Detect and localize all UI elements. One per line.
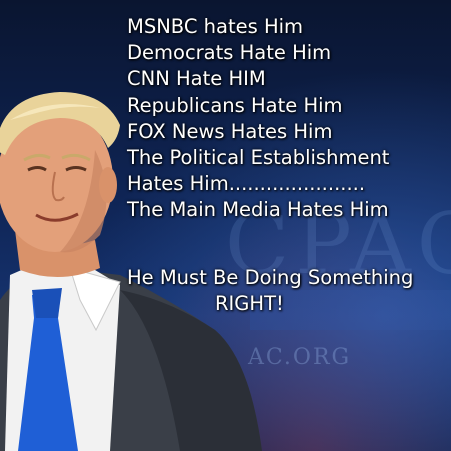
conclusion-line-2: RIGHT!	[215, 292, 284, 315]
tie-knot	[32, 288, 62, 318]
conclusion-line-1: He Must Be Doing Something	[127, 266, 414, 289]
caption-line: Hates Him......................	[127, 172, 366, 196]
caption-line: Republicans Hate Him	[127, 93, 343, 117]
caption-line: FOX News Hates Him	[127, 119, 333, 143]
caption-line: The Political Establishment	[127, 146, 390, 170]
caption-line: The Main Media Hates Him	[127, 198, 389, 222]
caption-conclusion: He Must Be Doing Something RIGHT!	[127, 265, 451, 317]
caption-line: MSNBC hates Him	[127, 15, 304, 38]
meme-image: CPAC AC.ORG MSNBC hates Him Democr	[0, 0, 451, 451]
caption-line: Democrats Hate Him	[127, 41, 332, 65]
ear	[99, 167, 117, 203]
caption-line: CNN Hate HIM	[127, 67, 266, 91]
caption-list: MSNBC hates Him Democrats Hate Him CNN H…	[127, 14, 449, 224]
